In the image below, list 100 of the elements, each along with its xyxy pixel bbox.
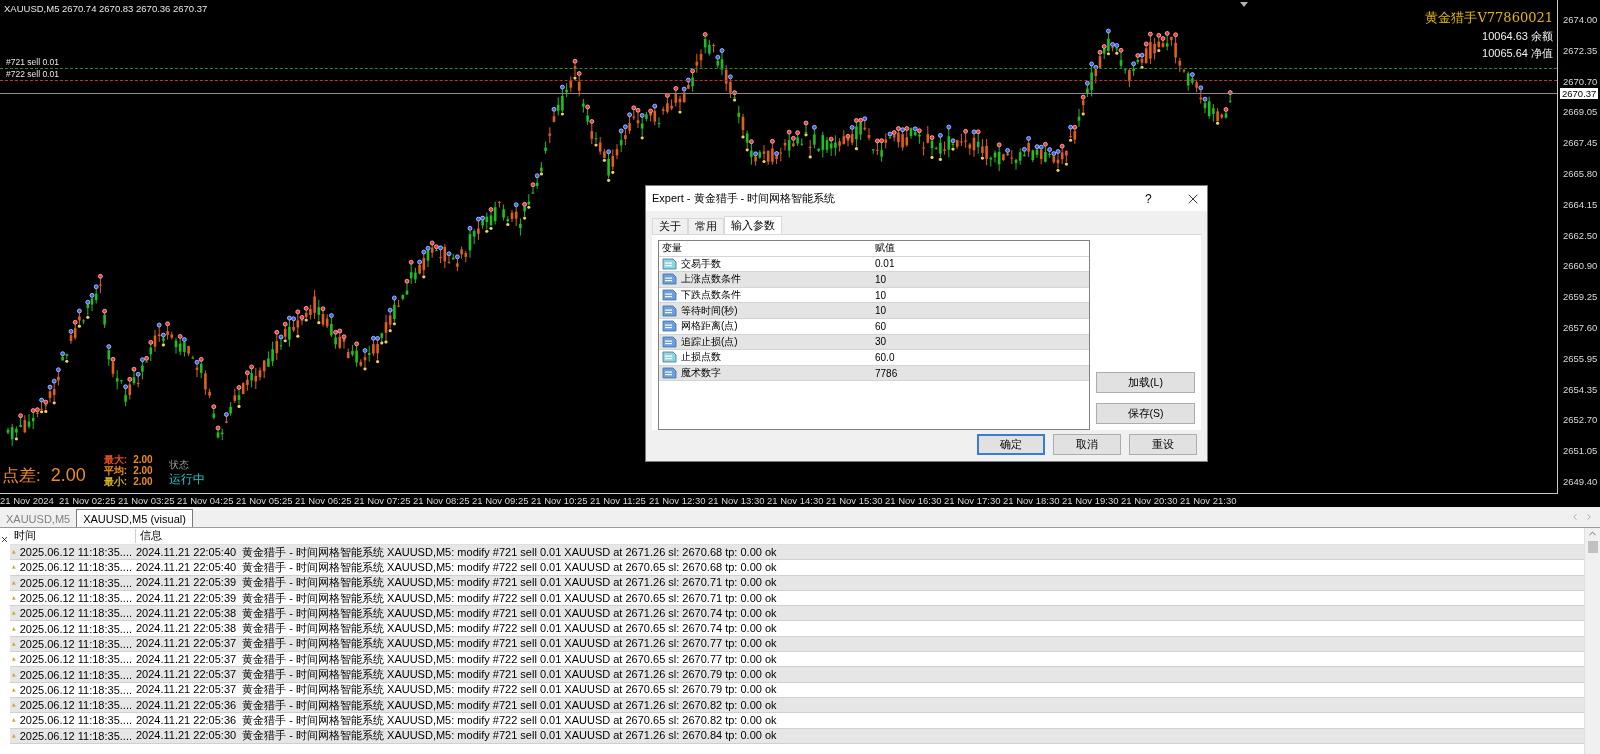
price-tick: 2669.05 (1563, 106, 1599, 119)
ea-title: 黄金猎手V77860021 (1425, 10, 1553, 26)
time-tick: 21 Nov 16:30 (885, 495, 943, 506)
account-line: 10065.64 净值 (1482, 47, 1553, 59)
dialog-button[interactable]: 取消 (1053, 434, 1121, 455)
price-tick: 2662.50 (1563, 229, 1599, 242)
price-tick: 2674.00 (1563, 14, 1599, 26)
time-tick: 21 Nov 21:30 (1180, 495, 1238, 506)
time-tick: 21 Nov 18:30 (1003, 495, 1061, 506)
parameter-value[interactable]: 10 (872, 305, 1089, 317)
time-tick: 21 Nov 03:25 (118, 495, 176, 506)
time-tick: 21 Nov 07:25 (354, 495, 412, 506)
time-tick: 21 Nov 08:25 (413, 495, 471, 506)
scroll-left-icon[interactable] (1570, 512, 1580, 522)
parameter-name: 交易手数 (681, 256, 721, 271)
dialog-button[interactable]: 重设 (1129, 434, 1197, 455)
price-tick: 2655.95 (1563, 352, 1599, 365)
time-tick: 21 Nov 12:30 (649, 495, 707, 506)
parameter-name: 上涨点数条件 (681, 272, 741, 287)
parameter-name: 追踪止损(点) (681, 334, 738, 349)
time-tick: 21 Nov 13:30 (708, 495, 766, 506)
chart-shift-icon[interactable] (1240, 2, 1248, 7)
log-time: 2025.06.12 11:18:35.... (19, 668, 132, 681)
chart-header: XAUUSD,M5 2670.74 2670.83 2670.36 2670.37 (4, 3, 208, 14)
stat-value: 2.00 (133, 465, 153, 476)
parameter-name: 止损点数 (681, 350, 721, 365)
parameter-value[interactable]: 7786 (872, 367, 1089, 379)
parameter-value[interactable]: 0.01 (872, 258, 1089, 270)
column-header[interactable]: 时间 (10, 529, 136, 543)
stat-label: 最小: (103, 476, 128, 487)
log-message: 2024.11.21 22:05:36 黄金猎手 - 时间网格智能系统 XAUUSD,M5: modify #722 sell 0.01 XAUUSD at 2670.65 sl: 2670.82 tp: 0.00 ok (135, 712, 777, 728)
log-time: 2025.06.12 11:18:35.... (19, 561, 132, 574)
price-tick: 2667.45 (1563, 137, 1599, 150)
chart-tab[interactable]: XAUUSD,M5 (visual) (76, 509, 193, 527)
price-tick: 2649.40 (1563, 475, 1599, 488)
parameter-value[interactable]: 60.0 (872, 351, 1089, 363)
status-label: 状态 (168, 459, 190, 471)
log-message: 2024.11.21 22:05:38 黄金猎手 - 时间网格智能系统 XAUUSD,M5: modify #721 sell 0.01 XAUUSD at 2671.26 sl: 2670.74 tp: 0.00 ok (135, 605, 777, 621)
parameter-type-icon (662, 304, 677, 317)
time-tick: 21 Nov 14:30 (767, 495, 825, 506)
parameter-value[interactable]: 60 (872, 320, 1089, 332)
price-tick: 2654.35 (1563, 383, 1599, 396)
price-tick: 2659.25 (1563, 291, 1599, 304)
log-time: 2025.06.12 11:18:35.... (19, 714, 132, 727)
spread-value: 2.00 (50, 465, 86, 485)
price-tick: 2665.80 (1563, 168, 1599, 180)
account-line: 10064.63 余额 (1482, 30, 1553, 42)
time-tick: 21 Nov 17:30 (944, 495, 1002, 506)
scroll-right-icon[interactable] (1584, 512, 1594, 522)
parameter-value[interactable]: 10 (872, 274, 1089, 285)
log-message: 2024.11.21 22:05:39 黄金猎手 - 时间网格智能系统 XAUUSD,M5: modify #722 sell 0.01 XAUUSD at 2670.65 sl: 2670.71 tp: 0.00 ok (135, 590, 777, 606)
column-header: 赋值 (874, 241, 896, 256)
price-tick: 2660.90 (1563, 260, 1599, 273)
dialog-tab[interactable]: 常用 (688, 218, 724, 234)
order-label: #722 sell 0.01 (6, 69, 59, 79)
time-tick: 21 Nov 02:25 (59, 495, 117, 506)
dialog-side-button[interactable]: 保存(S) (1096, 403, 1195, 424)
column-header[interactable]: 信息 (136, 529, 1584, 543)
dialog-tab[interactable]: 关于 (652, 218, 688, 234)
parameter-name: 下跌点数条件 (681, 288, 741, 303)
dialog-title: Expert - 黄金猎手 - 时间网格智能系统 (652, 191, 837, 207)
log-message: 2024.11.21 22:05:37 黄金猎手 - 时间网格智能系统 XAUUSD,M5: modify #722 sell 0.01 XAUUSD at 2670.65 sl: 2670.77 tp: 0.00 ok (135, 651, 777, 667)
status-value: 运行中 (168, 471, 205, 487)
log-message: 2024.11.21 22:05:40 黄金猎手 - 时间网格智能系统 XAUUSD,M5: modify #721 sell 0.01 XAUUSD at 2671.26 sl: 2670.68 tp: 0.00 ok (135, 544, 777, 560)
price-tick: 2651.05 (1563, 445, 1599, 458)
stat-label: 平均: (103, 465, 128, 476)
parameter-value[interactable]: 10 (872, 289, 1089, 301)
current-price-label: 2670.37 (1560, 88, 1599, 99)
scrollbar[interactable] (1584, 528, 1600, 754)
stat-value: 2.00 (133, 454, 153, 465)
log-time: 2025.06.12 11:18:35.... (19, 622, 132, 635)
time-tick: 21 Nov 15:30 (826, 495, 884, 506)
parameter-value[interactable]: 30 (872, 336, 1089, 348)
help-button[interactable]: ? (1145, 191, 1185, 206)
log-time: 2025.06.12 11:18:35.... (19, 592, 132, 605)
log-time: 2025.06.12 11:18:35.... (19, 729, 132, 742)
log-message: 2024.11.21 22:05:37 黄金猎手 - 时间网格智能系统 XAUUSD,M5: modify #721 sell 0.01 XAUUSD at 2671.26 sl: 2670.79 tp: 0.00 ok (135, 667, 777, 683)
log-message: 2024.11.21 22:05:30 黄金猎手 - 时间网格智能系统 XAUUSD,M5: modify #721 sell 0.01 XAUUSD at 2671.26 sl: 2670.84 tp: 0.00 ok (135, 728, 777, 744)
time-tick: 21 Nov 2024 (0, 495, 55, 506)
log-time: 2025.06.12 11:18:35.... (19, 683, 132, 696)
log-message: 2024.11.21 22:05:39 黄金猎手 - 时间网格智能系统 XAUUSD,M5: modify #721 sell 0.01 XAUUSD at 2671.26 sl: 2670.71 tp: 0.00 ok (135, 575, 777, 591)
dialog-tab[interactable]: 输入参数 (724, 216, 782, 234)
log-time: 2025.06.12 11:18:35.... (19, 546, 132, 559)
time-tick: 21 Nov 19:30 (1062, 495, 1120, 506)
scroll-thumb[interactable] (1587, 541, 1598, 553)
time-tick: 21 Nov 10:25 (531, 495, 589, 506)
parameter-name: 等待时间(秒) (681, 303, 738, 318)
time-tick: 21 Nov 20:30 (1121, 495, 1179, 506)
dialog-side-button[interactable]: 加载(L) (1096, 372, 1195, 393)
time-tick: 21 Nov 06:25 (295, 495, 353, 506)
chart-tab[interactable]: XAUUSD,M5 (0, 511, 77, 527)
column-header: 变量 (661, 241, 683, 256)
time-tick: 21 Nov 09:25 (472, 495, 530, 506)
price-tick: 2670.70 (1563, 75, 1599, 88)
log-time: 2025.06.12 11:18:35.... (19, 653, 132, 666)
log-message: 2024.11.21 22:05:36 黄金猎手 - 时间网格智能系统 XAUUSD,M5: modify #721 sell 0.01 XAUUSD at 2671.26 sl: 2670.82 tp: 0.00 ok (135, 697, 777, 713)
close-icon[interactable] (0, 535, 9, 544)
dialog-button[interactable]: 确定 (977, 434, 1045, 455)
log-message: 2024.11.21 22:05:38 黄金猎手 - 时间网格智能系统 XAUUSD,M5: modify #722 sell 0.01 XAUUSD at 2670.65 sl: 2670.74 tp: 0.00 ok (135, 621, 777, 637)
time-tick: 21 Nov 04:25 (177, 495, 235, 506)
